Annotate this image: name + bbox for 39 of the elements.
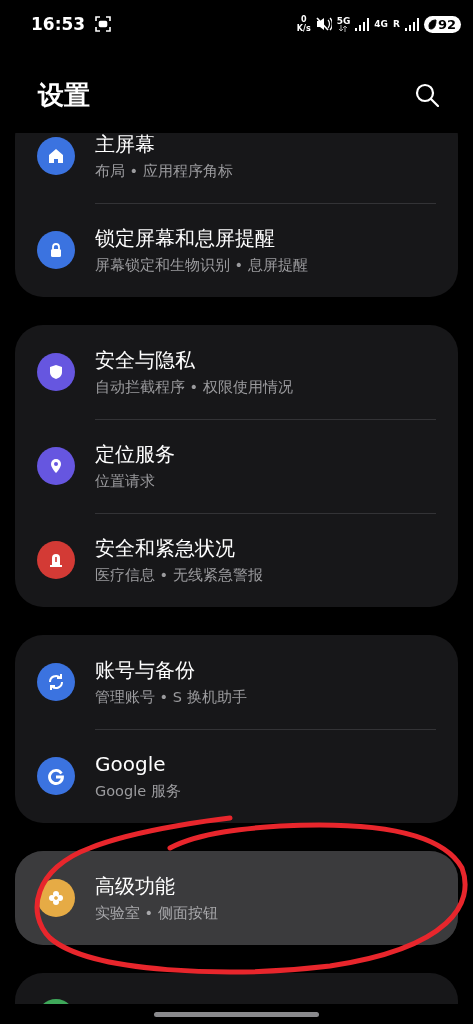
item-subtitle: 位置请求: [95, 472, 156, 491]
home-handle[interactable]: [154, 1011, 319, 1017]
settings-item[interactable]: 定位服务 位置请求: [15, 419, 458, 513]
settings-item[interactable]: 锁定屏幕和息屏提醒 屏幕锁定和生物识别 • 息屏提醒: [15, 203, 458, 297]
item-title: 安全和紧急状况: [95, 535, 236, 561]
search-icon[interactable]: [415, 82, 439, 107]
item-title: 安全与隐私: [95, 347, 196, 373]
item-subtitle: 屏幕锁定和生物识别 • 息屏提醒: [95, 256, 308, 275]
item-subtitle: Google 服务: [95, 782, 181, 801]
item-subtitle: 实验室 • 侧面按钮: [95, 904, 218, 923]
settings-item[interactable]: 账号与备份 管理账号 • S 换机助手: [15, 635, 458, 729]
item-subtitle: 布局 • 应用程序角标: [95, 162, 233, 181]
battery-indicator: 92: [423, 15, 461, 33]
item-title: 定位服务: [95, 441, 175, 467]
data-arrows-icon: [338, 24, 349, 32]
mute-icon: [315, 17, 332, 31]
item-title: Google: [95, 751, 167, 777]
speed-unit: K/s: [296, 24, 311, 33]
settings-item[interactable]: 主屏幕 布局 • 应用程序角标: [15, 133, 458, 203]
clock: 16:53: [31, 14, 86, 34]
page-title: 设置: [38, 79, 90, 112]
item-title: 主屏幕: [95, 133, 156, 157]
item-title: 账号与备份: [95, 657, 196, 683]
settings-item[interactable]: 安全和紧急状况 医疗信息 • 无线紧急警报: [15, 513, 458, 607]
settings-item[interactable]: Google Google 服务: [15, 729, 458, 823]
item-title: 锁定屏幕和息屏提醒: [95, 225, 276, 251]
signal-icon: [404, 17, 419, 31]
item-subtitle: 医疗信息 • 无线紧急警报: [95, 566, 263, 585]
signal-icon: [355, 17, 370, 31]
item-title: 高级功能: [95, 873, 176, 899]
speed-value: 0: [300, 15, 307, 24]
network-type: 4G: [374, 19, 388, 29]
item-subtitle: 管理账号 • S 换机助手: [95, 688, 247, 707]
settings-item[interactable]: 高级功能 实验室 • 侧面按钮: [15, 851, 458, 945]
roaming-indicator: R: [392, 19, 400, 29]
settings-item[interactable]: 安全与隐私 自动拦截程序 • 权限使用情况: [15, 325, 458, 419]
item-subtitle: 自动拦截程序 • 权限使用情况: [95, 378, 293, 397]
network-type: 5G: [336, 16, 351, 25]
screenshot-icon: [95, 16, 112, 32]
